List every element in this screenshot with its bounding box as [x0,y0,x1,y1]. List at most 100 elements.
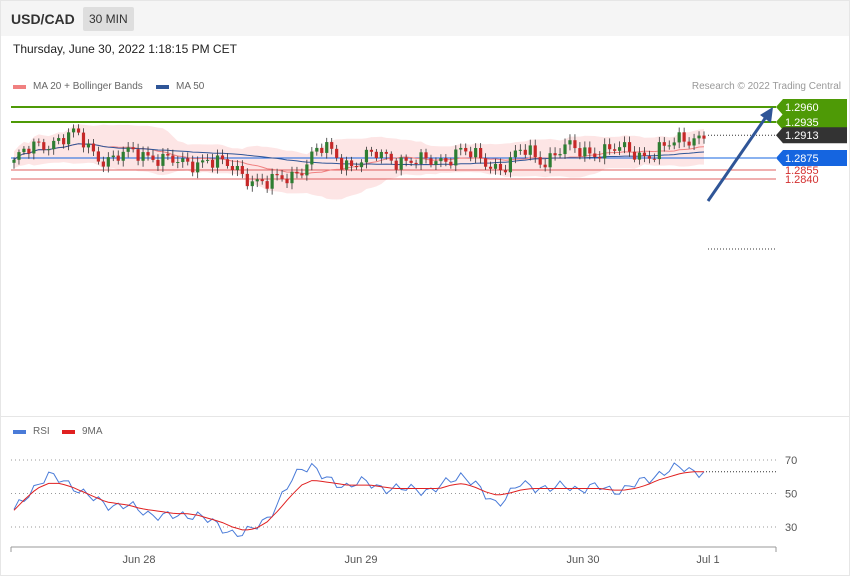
level-label-3: 1.2875 [785,153,819,165]
candle-body [295,171,299,174]
bollinger-band [14,124,704,200]
x-tick-label-2: Jun 30 [566,554,599,566]
candle-body [488,166,493,169]
candle-body [344,160,349,170]
candle-body [548,153,552,168]
candle-body [52,140,56,150]
candle-body [111,155,115,158]
candle-body [389,153,393,161]
candle-body [290,171,294,184]
candle-body [384,151,388,154]
candle-body [225,159,230,167]
candle-body [131,147,135,150]
candle-body [57,138,61,141]
candle-body [444,158,448,162]
candle-body [171,155,175,163]
candle-body [682,132,686,142]
candle-body [687,141,691,146]
candle-body [464,147,468,152]
candle-body [528,145,532,155]
candle-body [608,144,612,150]
candle-body [394,160,398,170]
candle-body [483,158,488,167]
candle-body [27,148,31,154]
candle-body [702,135,706,139]
candle-body [498,163,503,171]
candle-body [533,145,537,158]
candle-body [493,163,498,169]
candle-body [474,148,478,158]
candle-body [578,148,582,157]
candle-body [573,140,577,149]
candle-body [563,144,567,155]
candle-body [126,147,130,152]
level-label-5: 1.2840 [785,174,819,186]
candle-body [245,173,249,187]
candle-body [91,143,96,152]
candle-body [275,173,279,176]
candle-body [201,160,205,163]
candle-body [310,151,314,165]
candle-body [106,157,110,167]
candle-body [151,155,155,160]
candle-body [672,142,676,146]
x-tick-label-3: Jul 1 [696,554,719,566]
candle-body [349,160,354,167]
candle-body [449,161,453,166]
candle-body [240,165,244,174]
candle-body [42,142,46,150]
candle-body [593,153,597,158]
candle-body [181,158,185,163]
candle-body [583,147,587,157]
candle-body [250,181,254,187]
candle-body [86,143,91,148]
candle-body [22,148,26,153]
candle-body [62,138,66,145]
candle-body [637,152,642,160]
candle-body [414,162,418,164]
candle-body [76,128,81,133]
candle-body [191,161,195,173]
x-tick-label-1: Jun 29 [344,554,377,566]
candle-body [270,173,274,189]
candle-body [558,154,562,156]
candle-body [230,166,235,171]
candle-body [186,158,190,162]
candle-body [697,135,701,139]
candle-body [523,149,527,155]
candle-body [439,158,443,162]
candle-body [354,166,359,168]
candle-body [622,142,627,148]
candle-body [513,150,517,158]
candle-body [215,155,220,168]
candle-body [141,152,145,161]
candle-body [17,152,21,160]
x-tick-label-0: Jun 28 [122,554,155,566]
candle-body [12,159,16,163]
candle-body [265,181,269,189]
candle-body [508,157,513,173]
candle-body [459,147,463,150]
candle-body [657,142,661,160]
candle-body [305,164,309,176]
candle-body [364,149,369,163]
candle-body [220,155,225,160]
candle-body [205,159,210,161]
candle-body [369,149,374,152]
candle-body [404,157,408,161]
candle-body [469,151,473,158]
candle-body [434,161,438,165]
candle-body [156,159,160,166]
candle-body [454,149,458,166]
candle-body [320,147,324,153]
candle-body [116,155,120,161]
candle-body [359,162,364,168]
candle-body [479,148,483,159]
candle-body [81,132,86,148]
candle-body [518,149,522,151]
candle-body [71,128,76,133]
candle-body [315,147,319,152]
candle-body [543,164,547,168]
candle-body [647,156,651,159]
candle-body [618,147,622,151]
